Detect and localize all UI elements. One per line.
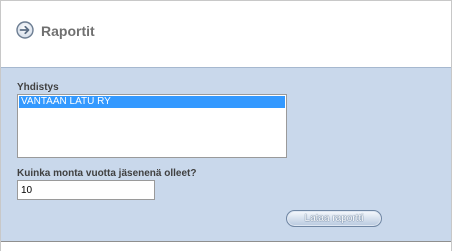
arrow-right-circle-icon — [16, 21, 34, 39]
association-label: Yhdistys — [17, 82, 59, 93]
page-title: Raportit — [41, 23, 95, 39]
membership-years-input[interactable] — [17, 180, 155, 200]
reports-panel: Raportit Yhdistys VANTAAN LATU RY Kuinka… — [0, 0, 452, 251]
load-report-button-label: Lataa raportti — [304, 213, 364, 224]
load-report-button[interactable]: Lataa raportti — [286, 210, 382, 227]
association-listbox[interactable]: VANTAAN LATU RY — [17, 94, 287, 158]
membership-years-label: Kuinka monta vuotta jäsenenä olleet? — [17, 168, 197, 179]
panel-header: Raportit — [1, 1, 451, 67]
association-option-selected[interactable]: VANTAAN LATU RY — [19, 96, 285, 108]
panel-footer — [1, 242, 451, 251]
report-form: Yhdistys VANTAAN LATU RY Kuinka monta vu… — [1, 67, 451, 242]
